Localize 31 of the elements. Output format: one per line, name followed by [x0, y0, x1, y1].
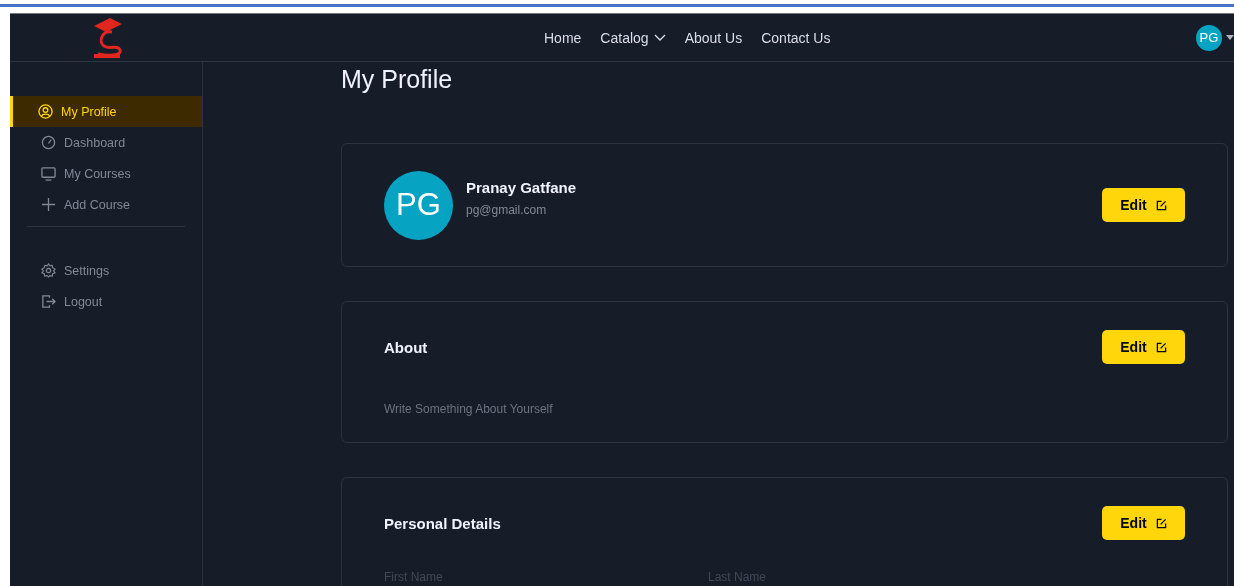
section-title: Personal Details [384, 514, 501, 532]
page-title: My Profile [341, 64, 454, 95]
gauge-icon [41, 135, 56, 150]
chevron-icon [653, 34, 666, 41]
catalog-dropdown[interactable]: Catalog [600, 29, 666, 46]
edit-icon [1155, 341, 1167, 353]
logout-icon [41, 294, 56, 309]
nav-link[interactable]: About Us [684, 29, 743, 46]
avatar: PG [384, 170, 453, 240]
nav-link[interactable]: Home [544, 29, 582, 46]
section-title: About [384, 338, 428, 356]
edit-button[interactable]: Edit [1102, 506, 1185, 540]
edit-icon [1155, 517, 1167, 529]
plus-icon [41, 197, 56, 212]
user-email: pg@gmail.com [466, 203, 548, 217]
sidebar-item[interactable]: My Courses [10, 158, 202, 189]
sidebar-item[interactable]: Settings [10, 255, 202, 286]
user-icon [38, 104, 53, 119]
user-name: Pranay Gatfane [466, 179, 577, 196]
sidebar-item[interactable]: Dashboard [10, 127, 202, 158]
edit-icon [1155, 199, 1167, 211]
caret-icon[interactable] [1226, 35, 1234, 40]
sidebar-item[interactable]: My Profile [10, 96, 202, 127]
nav-link[interactable]: Contact Us [761, 29, 831, 46]
edit-button[interactable]: Edit [1102, 330, 1185, 364]
sidebar-item[interactable]: Logout [10, 286, 202, 317]
edit-button[interactable]: Edit [1102, 188, 1185, 222]
sidebar-item[interactable]: Add Course [10, 189, 202, 220]
about-text: Write Something About Yourself [384, 402, 554, 416]
settings-icon [41, 263, 56, 278]
monitor-icon [41, 166, 56, 181]
